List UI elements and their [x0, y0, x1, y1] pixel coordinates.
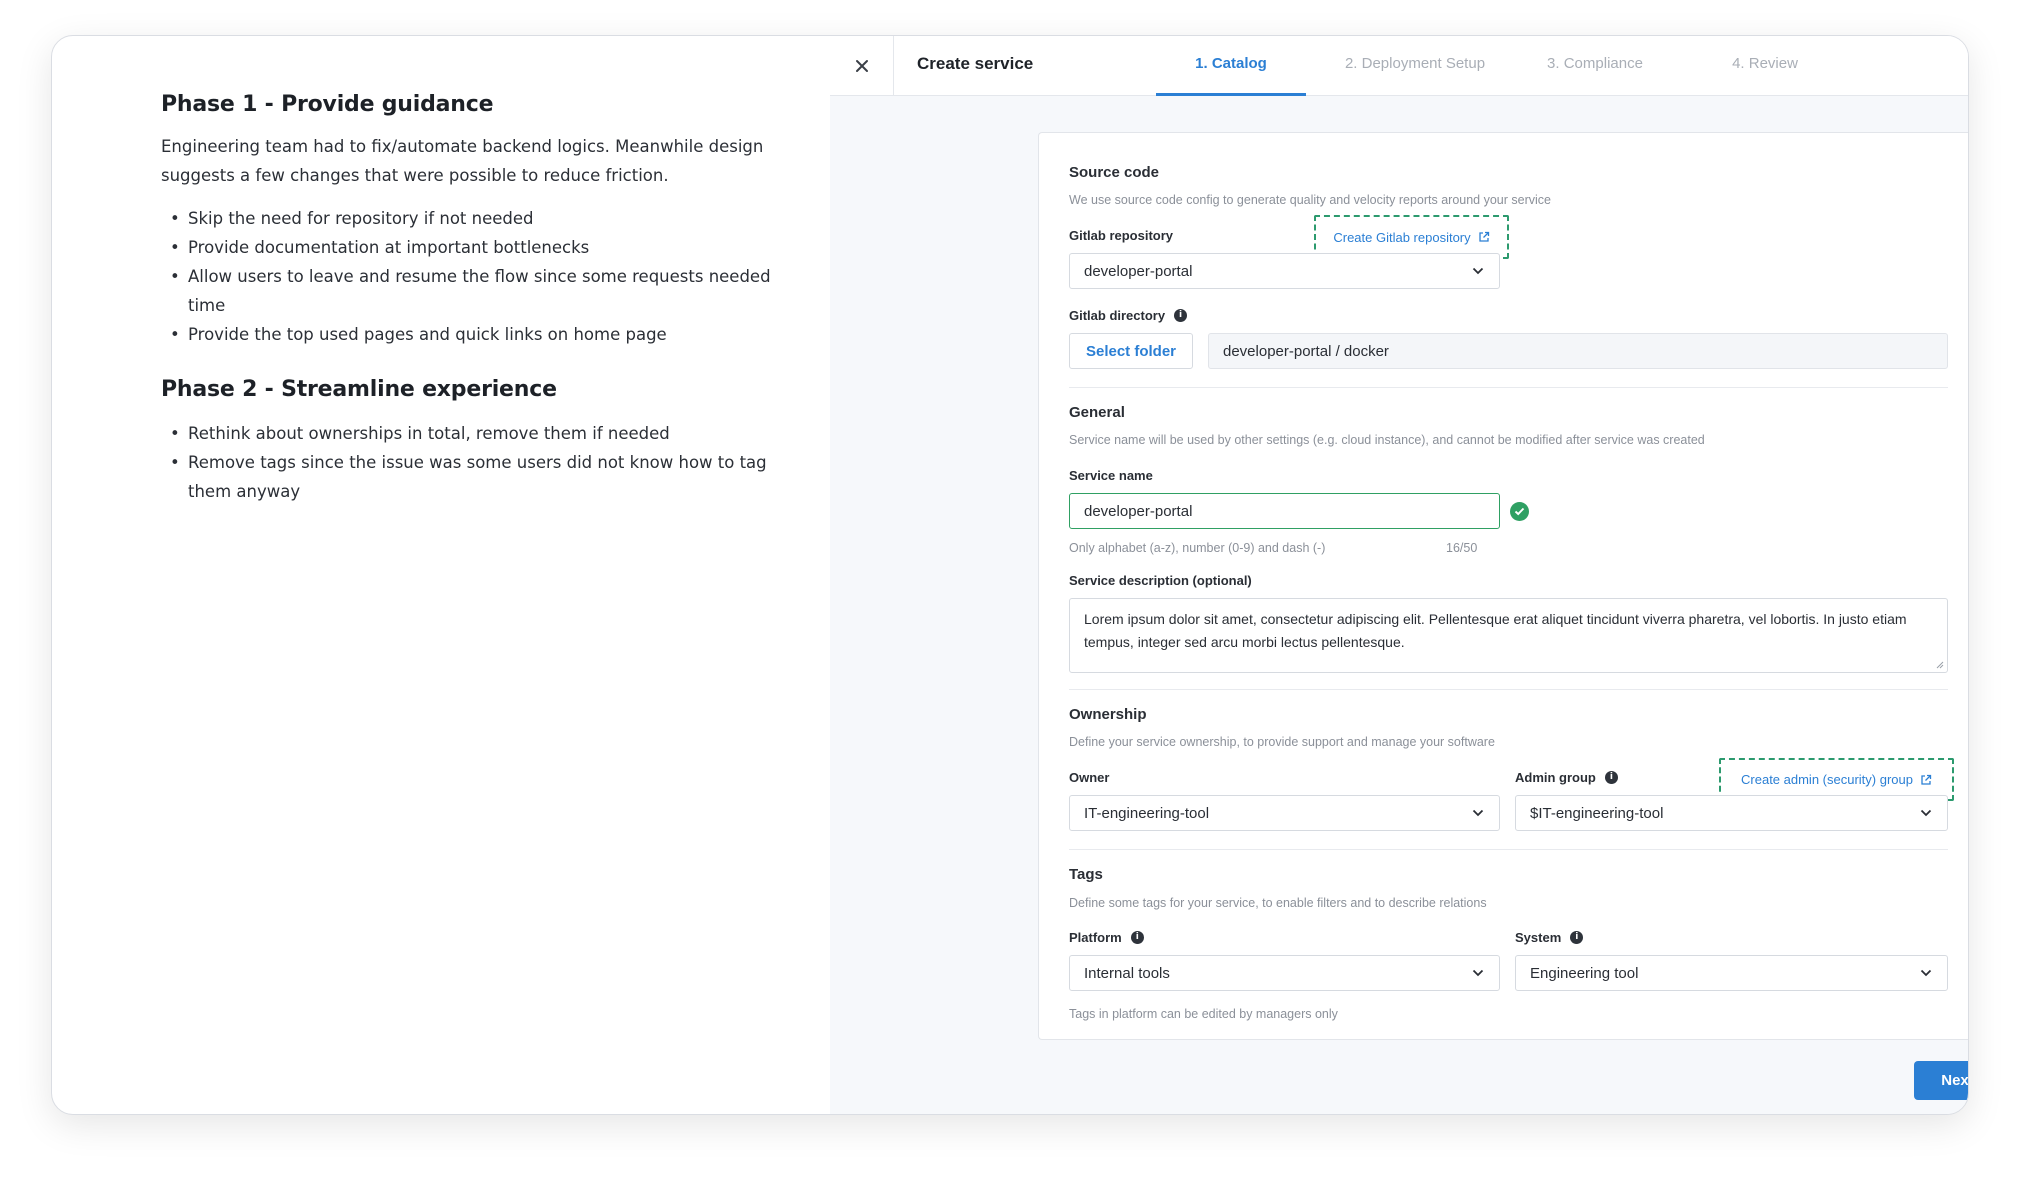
tab-catalog[interactable]: 1. Catalog — [1156, 36, 1306, 96]
system-label-text: System — [1515, 930, 1562, 945]
service-description-value: Lorem ipsum dolor sit amet, consectetur … — [1084, 611, 1907, 650]
general-title: General — [1069, 404, 1125, 421]
create-gitlab-repository-text: Create Gitlab repository — [1333, 229, 1471, 245]
phase1-title: Phase 1 - Provide guidance — [161, 92, 494, 117]
admin-group-select[interactable]: $IT-engineering-tool — [1515, 795, 1948, 831]
create-service-app: Create service 1. Catalog 2. Deployment … — [830, 36, 1968, 1114]
tags-helper: Tags in platform can be edited by manage… — [1069, 1007, 1338, 1021]
list-item: Provide documentation at important bottl… — [161, 233, 771, 262]
section-divider — [1069, 689, 1948, 690]
section-divider — [1069, 849, 1948, 850]
info-icon[interactable]: i — [1604, 771, 1618, 784]
owner-select[interactable]: IT-engineering-tool — [1069, 795, 1500, 831]
tags-title: Tags — [1069, 866, 1103, 883]
chevron-down-icon — [1919, 806, 1933, 820]
select-folder-button[interactable]: Select folder — [1069, 333, 1193, 369]
admin-group-label: Admin group i — [1515, 770, 1618, 785]
general-desc: Service name will be used by other setti… — [1069, 433, 1705, 447]
system-value: Engineering tool — [1530, 964, 1639, 982]
catalog-form-card: Source code We use source code config to… — [1038, 132, 1968, 1040]
ownership-title: Ownership — [1069, 706, 1147, 723]
gitlab-directory-label-text: Gitlab directory — [1069, 308, 1166, 323]
source-code-title: Source code — [1069, 164, 1160, 181]
phase1-list: Skip the need for repository if not need… — [161, 204, 771, 349]
service-name-label: Service name — [1069, 468, 1153, 483]
service-description-textarea[interactable]: Lorem ipsum dolor sit amet, consectetur … — [1069, 598, 1948, 673]
owner-label: Owner — [1069, 770, 1109, 785]
platform-value: Internal tools — [1084, 964, 1170, 982]
admin-group-label-text: Admin group — [1515, 770, 1596, 785]
close-button[interactable] — [830, 36, 894, 96]
list-item: Provide the top used pages and quick lin… — [161, 320, 771, 349]
chevron-down-icon — [1471, 966, 1485, 980]
service-name-input[interactable]: developer-portal — [1069, 493, 1500, 529]
chevron-down-icon — [1919, 966, 1933, 980]
tab-deployment-setup[interactable]: 2. Deployment Setup — [1330, 36, 1500, 96]
resize-handle-icon[interactable] — [1936, 661, 1944, 669]
service-name-label-text: Service name — [1069, 468, 1153, 483]
gitlab-repository-value: developer-portal — [1084, 262, 1193, 280]
next-button-label: Next — [1941, 1072, 1969, 1089]
close-icon — [855, 60, 868, 72]
info-icon[interactable]: i — [1174, 309, 1188, 322]
service-name-helper: Only alphabet (a-z), number (0-9) and da… — [1069, 541, 1326, 555]
admin-group-value: $IT-engineering-tool — [1530, 804, 1664, 822]
gitlab-directory-label: Gitlab directory i — [1069, 308, 1188, 323]
next-button[interactable]: Next — [1914, 1061, 1969, 1100]
list-item: Skip the need for repository if not need… — [161, 204, 771, 233]
list-item: Allow users to leave and resume the flow… — [161, 262, 771, 320]
phase2-title: Phase 2 - Streamline experience — [161, 377, 557, 402]
list-item: Remove tags since the issue was some use… — [161, 448, 771, 506]
notes-panel: Phase 1 - Provide guidance Engineering t… — [161, 90, 771, 506]
service-description-label-text: Service description (optional) — [1069, 573, 1252, 588]
info-icon[interactable]: i — [1130, 931, 1144, 944]
top-bar: Create service 1. Catalog 2. Deployment … — [830, 36, 1968, 96]
platform-label: Platform i — [1069, 930, 1144, 945]
ownership-desc: Define your service ownership, to provid… — [1069, 735, 1495, 749]
owner-value: IT-engineering-tool — [1084, 804, 1210, 822]
platform-select[interactable]: Internal tools — [1069, 955, 1500, 991]
system-select[interactable]: Engineering tool — [1515, 955, 1948, 991]
gitlab-repository-label: Gitlab repository — [1069, 228, 1173, 243]
gitlab-directory-path: developer-portal / docker — [1208, 333, 1948, 369]
service-name-char-count: 16/50 — [1446, 541, 1478, 555]
service-description-label: Service description (optional) — [1069, 573, 1252, 588]
section-divider — [1069, 387, 1948, 388]
platform-label-text: Platform — [1069, 930, 1122, 945]
external-link-icon — [1478, 231, 1489, 242]
list-item: Rethink about ownerships in total, remov… — [161, 419, 771, 448]
create-admin-group-text: Create admin (security) group — [1741, 772, 1913, 787]
check-circle-icon — [1510, 502, 1529, 521]
page-title: Create service — [917, 54, 1034, 73]
tab-compliance[interactable]: 3. Compliance — [1530, 36, 1660, 96]
source-code-desc: We use source code config to generate qu… — [1069, 193, 1551, 207]
gitlab-repository-select[interactable]: developer-portal — [1069, 253, 1500, 289]
info-icon[interactable]: i — [1570, 931, 1584, 944]
system-label: System i — [1515, 930, 1584, 945]
external-link-icon — [1921, 774, 1932, 785]
gitlab-repository-label-text: Gitlab repository — [1069, 228, 1174, 243]
phase1-paragraph: Engineering team had to fix/automate bac… — [161, 137, 764, 185]
window-frame: Phase 1 - Provide guidance Engineering t… — [51, 35, 1969, 1115]
phase2-list: Rethink about ownerships in total, remov… — [161, 419, 771, 506]
owner-label-text: Owner — [1069, 770, 1110, 785]
tab-review[interactable]: 4. Review — [1710, 36, 1820, 96]
chevron-down-icon — [1471, 264, 1485, 278]
chevron-down-icon — [1471, 806, 1485, 820]
tags-desc: Define some tags for your service, to en… — [1069, 896, 1487, 910]
